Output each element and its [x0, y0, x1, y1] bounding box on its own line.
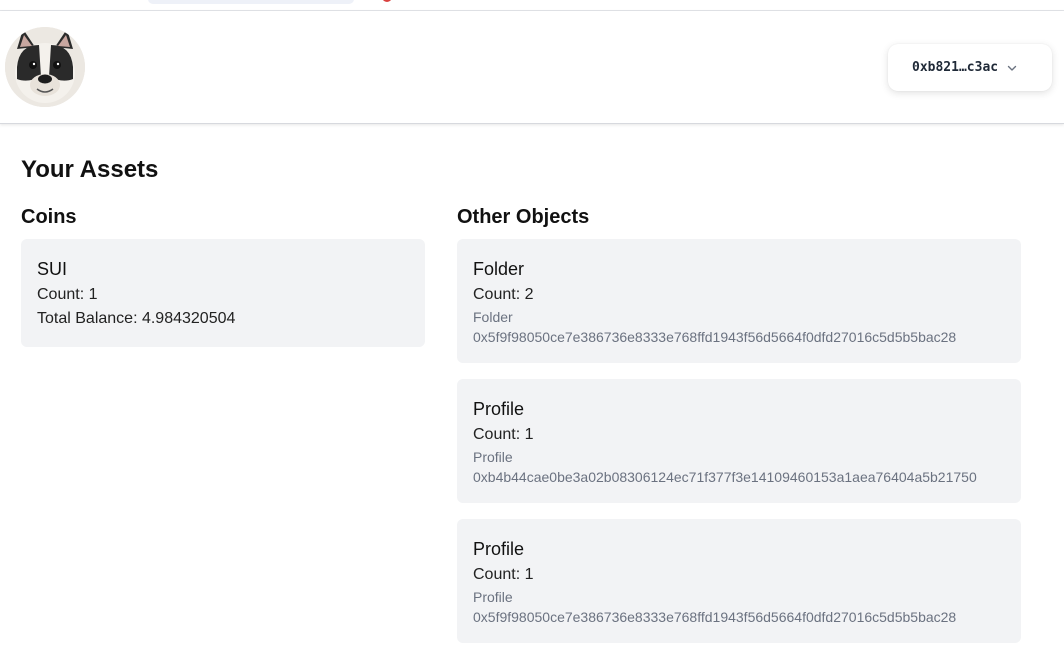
wallet-address: 0xb821…c3ac	[912, 60, 999, 75]
bulldog-avatar-icon	[5, 27, 85, 107]
chevron-down-icon	[1007, 65, 1017, 71]
top-nav-pill[interactable]	[148, 0, 354, 4]
object-id: 0xb4b44cae0be3a02b08306124ec71f377f3e141…	[473, 469, 977, 485]
object-type: Folder	[473, 309, 513, 325]
top-strip	[0, 0, 1064, 11]
object-type: Profile	[473, 589, 513, 605]
other-objects-heading: Other Objects	[457, 206, 590, 228]
app-header: 0xb821…c3ac	[0, 11, 1064, 124]
coin-card[interactable]: SUI Count: 1 Total Balance: 4.984320504	[21, 239, 425, 347]
avatar[interactable]	[5, 27, 85, 107]
coins-heading: Coins	[21, 206, 77, 228]
coin-balance: Total Balance: 4.984320504	[37, 310, 236, 327]
object-card[interactable]: Profile Count: 1 Profile 0xb4b44cae0be3a…	[457, 379, 1021, 503]
coin-name: SUI	[37, 259, 68, 279]
object-id: 0x5f9f98050ce7e386736e8333e768ffd1943f56…	[473, 329, 957, 345]
page-title: Your Assets	[21, 156, 159, 183]
wallet-address-button[interactable]: 0xb821…c3ac	[888, 44, 1052, 91]
object-id: 0x5f9f98050ce7e386736e8333e768ffd1943f56…	[473, 609, 957, 625]
object-name: Profile	[473, 539, 525, 559]
object-name: Profile	[473, 399, 525, 419]
coin-count: Count: 1	[37, 286, 98, 303]
object-count: Count: 1	[473, 426, 534, 443]
object-card[interactable]: Profile Count: 1 Profile 0x5f9f98050ce7e…	[457, 519, 1021, 643]
object-count: Count: 2	[473, 286, 534, 303]
object-count: Count: 1	[473, 566, 534, 583]
notification-dot	[382, 0, 392, 2]
object-type: Profile	[473, 449, 513, 465]
object-name: Folder	[473, 259, 525, 279]
object-card[interactable]: Folder Count: 2 Folder 0x5f9f98050ce7e38…	[457, 239, 1021, 363]
